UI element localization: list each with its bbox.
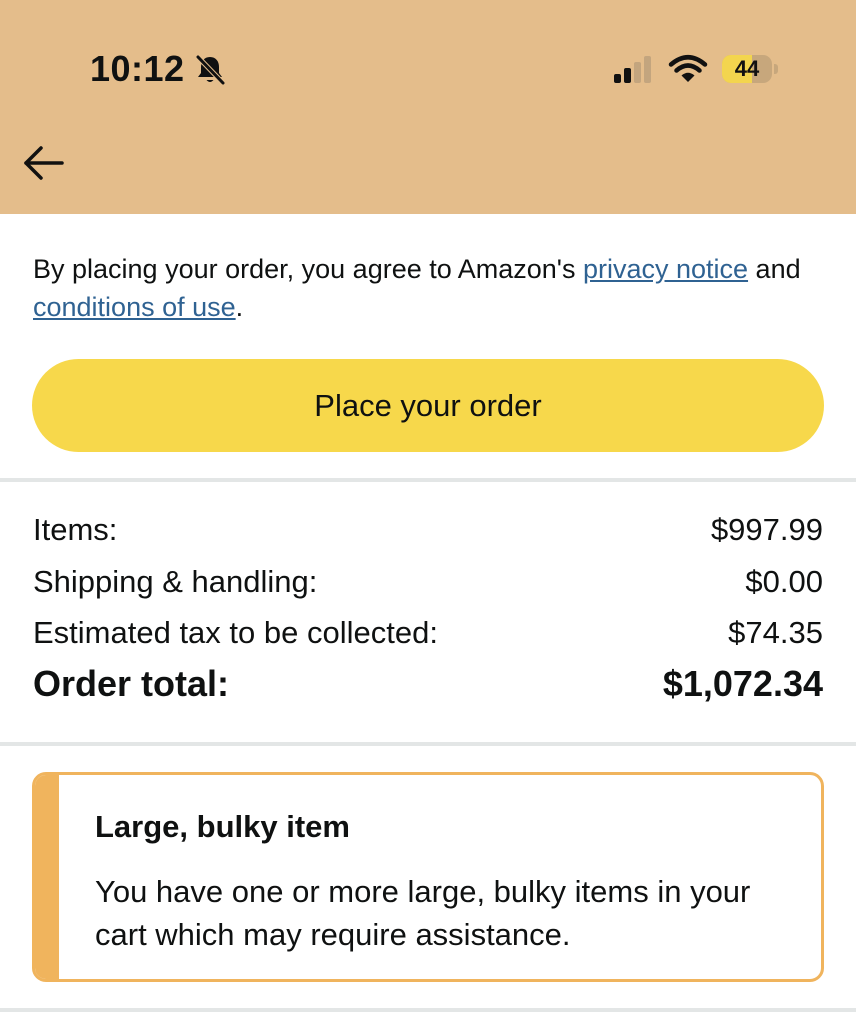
summary-row-tax: Estimated tax to be collected: $74.35 (33, 611, 823, 655)
arrow-left-icon[interactable] (22, 144, 66, 182)
bell-slash-icon (196, 55, 225, 85)
summary-row-shipping: Shipping & handling: $0.00 (33, 560, 823, 604)
shipping-value: $0.00 (745, 564, 823, 599)
agreement-prefix: By placing your order, you agree to Amaz… (33, 254, 583, 284)
shipping-label: Shipping & handling: (33, 564, 318, 599)
conditions-of-use-link[interactable]: conditions of use (33, 292, 236, 322)
order-total-value: $1,072.34 (662, 663, 823, 704)
wifi-icon (668, 55, 708, 82)
bulky-item-notice: Large, bulky item You have one or more l… (32, 772, 824, 982)
place-order-button[interactable]: Place your order (32, 359, 824, 452)
header-bar: 10:12 44 (0, 0, 856, 214)
agreement-suffix: . (235, 292, 244, 322)
items-value: $997.99 (710, 512, 823, 547)
order-total-label: Order total: (33, 663, 230, 704)
tax-value: $74.35 (728, 615, 823, 650)
divider (0, 1008, 856, 1012)
items-label: Items: (33, 512, 118, 547)
notice-body: You have one or more large, bulky items … (95, 874, 751, 952)
divider (0, 478, 856, 482)
checkout-page: 10:12 44 By placing your order, you agre… (0, 0, 856, 1020)
battery-level: 44 (734, 56, 760, 81)
summary-row-total: Order total: $1,072.34 (33, 662, 823, 706)
agreement-middle: and (748, 254, 801, 284)
battery-icon: 44 (722, 55, 772, 83)
divider (0, 742, 856, 746)
notice-title: Large, bulky item (95, 809, 350, 844)
notice-accent-stripe (35, 775, 59, 979)
cellular-signal-icon (614, 56, 651, 83)
tax-label: Estimated tax to be collected: (33, 615, 438, 650)
privacy-notice-link[interactable]: privacy notice (583, 254, 748, 284)
battery-cap (774, 64, 778, 74)
summary-row-items: Items: $997.99 (33, 508, 823, 552)
status-time: 10:12 (90, 48, 185, 89)
agreement-text: By placing your order, you agree to Amaz… (33, 250, 833, 326)
